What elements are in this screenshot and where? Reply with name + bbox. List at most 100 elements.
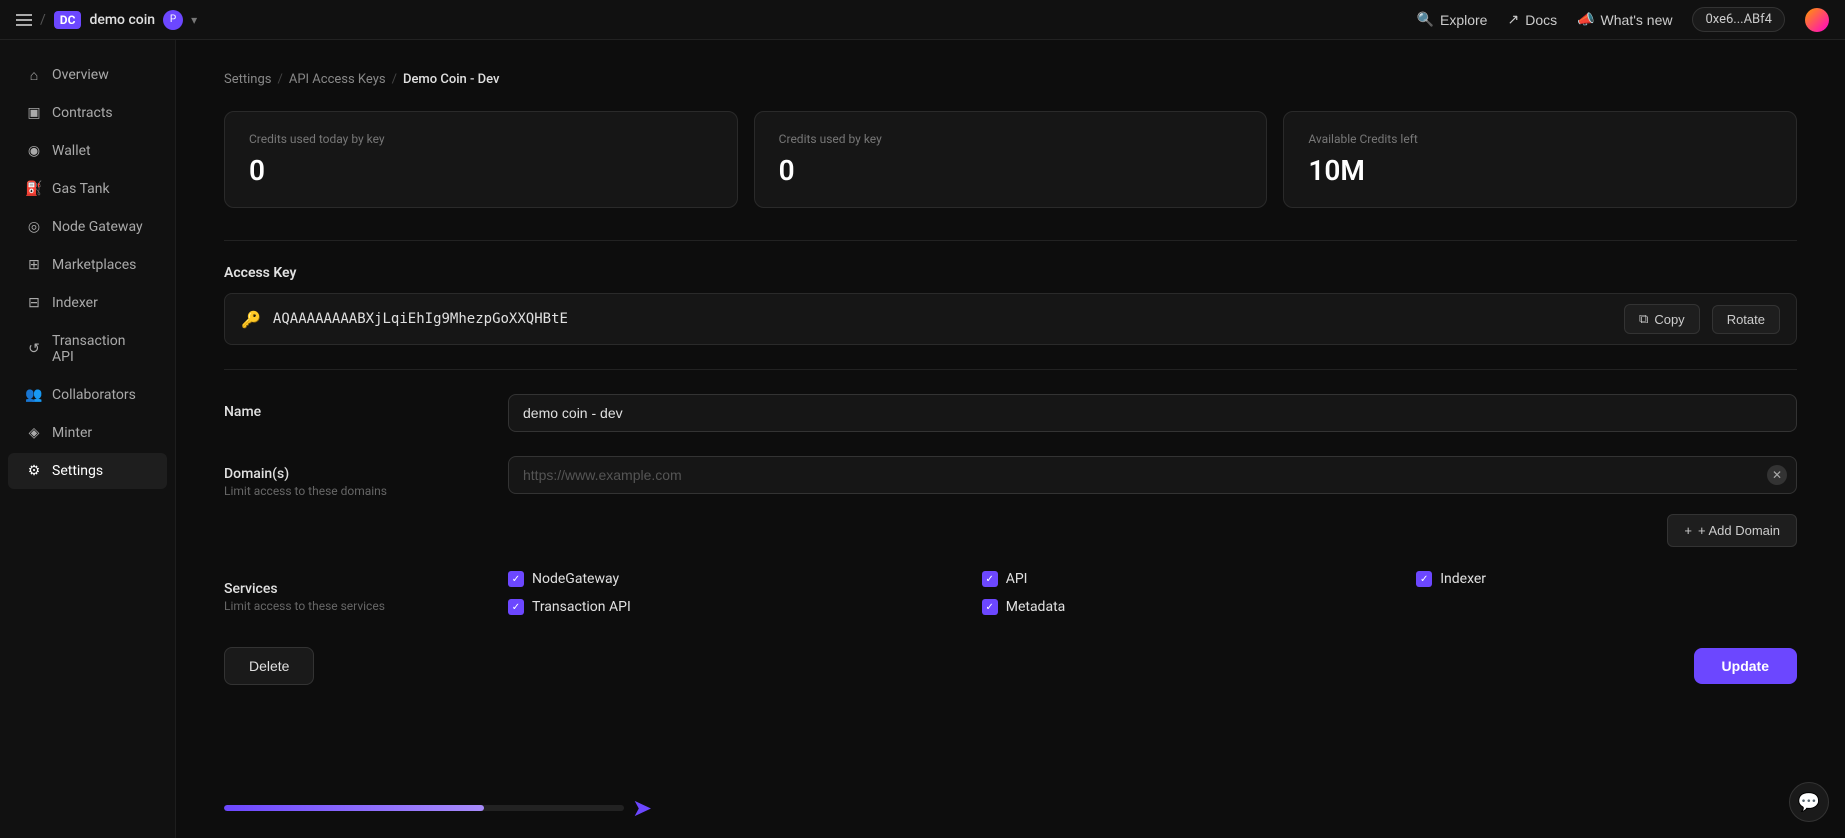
stat-value-total: 0 xyxy=(779,154,1243,187)
minter-icon: ◈ xyxy=(26,425,42,441)
sidebar-item-transaction-api[interactable]: ↺ Transaction API xyxy=(8,323,167,375)
env-badge: P xyxy=(163,10,183,30)
dc-badge: DC xyxy=(54,11,82,29)
services-label-col: Services Limit access to these services xyxy=(224,571,484,613)
checkbox-indexer[interactable]: ✓ xyxy=(1416,571,1432,587)
services-sublabel: Limit access to these services xyxy=(224,599,484,613)
checkmark-icon: ✓ xyxy=(986,602,994,613)
key-icon: 🔑 xyxy=(241,310,261,329)
domain-input[interactable] xyxy=(508,456,1797,494)
service-item-nodegateway: ✓ NodeGateway xyxy=(508,571,942,587)
checkbox-nodegateway[interactable]: ✓ xyxy=(508,571,524,587)
chat-bubble-button[interactable]: 💬 xyxy=(1789,782,1829,822)
sidebar-item-minter[interactable]: ◈ Minter xyxy=(8,415,167,451)
sidebar-item-overview[interactable]: ⌂ Overview xyxy=(8,57,167,93)
access-key-section-label: Access Key xyxy=(224,265,1797,281)
breadcrumb-sep-icon: / xyxy=(40,12,46,28)
delete-button[interactable]: Delete xyxy=(224,647,314,685)
rotate-button[interactable]: Rotate xyxy=(1712,305,1780,334)
checkbox-transaction-api[interactable]: ✓ xyxy=(508,599,524,615)
stat-label-today: Credits used today by key xyxy=(249,132,713,146)
sidebar: ⌂ Overview ▣ Contracts ◉ Wallet ⛽ Gas Ta… xyxy=(0,40,176,838)
chat-icon: 💬 xyxy=(1798,792,1820,813)
megaphone-icon: 📣 xyxy=(1577,11,1594,28)
name-form-row: Name xyxy=(224,394,1797,432)
whats-new-button[interactable]: 📣 What's new xyxy=(1577,11,1672,28)
home-icon: ⌂ xyxy=(26,67,42,83)
service-item-indexer: ✓ Indexer xyxy=(1416,571,1797,587)
checkmark-icon: ✓ xyxy=(986,574,994,585)
plus-icon: + xyxy=(1684,523,1692,538)
avatar[interactable] xyxy=(1805,8,1829,32)
services-label: Services xyxy=(224,581,484,597)
service-item-api: ✓ API xyxy=(982,571,1377,587)
breadcrumb: Settings / API Access Keys / Demo Coin -… xyxy=(224,72,1797,87)
copy-icon: ⧉ xyxy=(1639,311,1648,327)
indexer-icon: ⊟ xyxy=(26,295,42,311)
service-item-metadata: ✓ Metadata xyxy=(982,599,1377,615)
checkmark-icon: ✓ xyxy=(512,574,520,585)
node-gateway-icon: ◎ xyxy=(26,219,42,235)
hamburger-icon[interactable] xyxy=(16,14,32,26)
wallet-address[interactable]: 0xe6...ABf4 xyxy=(1692,7,1785,32)
sidebar-item-contracts[interactable]: ▣ Contracts xyxy=(8,95,167,131)
sidebar-item-wallet[interactable]: ◉ Wallet xyxy=(8,133,167,169)
collaborators-icon: 👥 xyxy=(26,387,42,403)
services-grid: ✓ NodeGateway ✓ API ✓ Indexer ✓ Transact… xyxy=(508,571,1797,615)
domain-input-wrap: ✕ xyxy=(508,456,1797,494)
breadcrumb-settings[interactable]: Settings xyxy=(224,72,271,87)
checkbox-api[interactable]: ✓ xyxy=(982,571,998,587)
topbar-right: 🔍 Explore ↗ Docs 📣 What's new 0xe6...ABf… xyxy=(1417,7,1829,32)
search-icon: 🔍 xyxy=(1417,11,1434,28)
external-link-icon: ↗ xyxy=(1507,11,1519,28)
topbar-left: / DC demo coin P ▾ xyxy=(16,10,1409,30)
sidebar-item-collaborators[interactable]: 👥 Collaborators xyxy=(8,377,167,413)
service-label-indexer: Indexer xyxy=(1440,571,1486,587)
project-name: demo coin xyxy=(89,12,155,28)
breadcrumb-current: Demo Coin - Dev xyxy=(403,72,500,87)
main-content: Settings / API Access Keys / Demo Coin -… xyxy=(176,40,1845,838)
topbar: / DC demo coin P ▾ 🔍 Explore ↗ Docs 📣 Wh… xyxy=(0,0,1845,40)
chevron-down-icon[interactable]: ▾ xyxy=(191,13,197,27)
stat-label-available: Available Credits left xyxy=(1308,132,1772,146)
domain-control-col: ✕ + + Add Domain xyxy=(508,456,1797,547)
checkbox-metadata[interactable]: ✓ xyxy=(982,599,998,615)
stat-card-available: Available Credits left 10M xyxy=(1283,111,1797,208)
wallet-icon: ◉ xyxy=(26,143,42,159)
clear-domain-button[interactable]: ✕ xyxy=(1767,465,1787,485)
name-label: Name xyxy=(224,404,484,420)
sidebar-item-node-gateway[interactable]: ◎ Node Gateway xyxy=(8,209,167,245)
access-key-value: AQAAAAAAAABXjLqiEhIg9MhezpGoXXQHBtE xyxy=(273,311,1612,327)
service-label-metadata: Metadata xyxy=(1006,599,1066,615)
service-item-transaction-api: ✓ Transaction API xyxy=(508,599,942,615)
explore-button[interactable]: 🔍 Explore xyxy=(1417,11,1488,28)
service-label-api: API xyxy=(1006,571,1028,587)
breadcrumb-div-1: / xyxy=(277,72,282,87)
divider-1 xyxy=(224,240,1797,241)
layout: ⌂ Overview ▣ Contracts ◉ Wallet ⛽ Gas Ta… xyxy=(0,40,1845,838)
marketplaces-icon: ⊞ xyxy=(26,257,42,273)
gas-tank-icon: ⛽ xyxy=(26,181,42,197)
services-control-col: ✓ NodeGateway ✓ API ✓ Indexer ✓ Transact… xyxy=(508,571,1797,615)
docs-button[interactable]: ↗ Docs xyxy=(1507,11,1557,28)
domain-label: Domain(s) xyxy=(224,466,484,482)
contracts-icon: ▣ xyxy=(26,105,42,121)
footer-row: Delete Update xyxy=(224,647,1797,685)
name-input[interactable] xyxy=(508,394,1797,432)
settings-icon: ⚙ xyxy=(26,463,42,479)
add-domain-button[interactable]: + + Add Domain xyxy=(1667,514,1797,547)
name-label-col: Name xyxy=(224,394,484,422)
breadcrumb-api-keys[interactable]: API Access Keys xyxy=(289,72,386,87)
checkmark-icon: ✓ xyxy=(512,602,520,613)
sidebar-item-indexer[interactable]: ⊟ Indexer xyxy=(8,285,167,321)
sidebar-item-marketplaces[interactable]: ⊞ Marketplaces xyxy=(8,247,167,283)
domain-form-row: Domain(s) Limit access to these domains … xyxy=(224,456,1797,547)
sidebar-item-gas-tank[interactable]: ⛽ Gas Tank xyxy=(8,171,167,207)
service-label-nodegateway: NodeGateway xyxy=(532,571,619,587)
stat-value-today: 0 xyxy=(249,154,713,187)
copy-button[interactable]: ⧉ Copy xyxy=(1624,304,1700,334)
stats-row: Credits used today by key 0 Credits used… xyxy=(224,111,1797,208)
breadcrumb-div-2: / xyxy=(392,72,397,87)
sidebar-item-settings[interactable]: ⚙ Settings xyxy=(8,453,167,489)
update-button[interactable]: Update xyxy=(1694,648,1797,684)
